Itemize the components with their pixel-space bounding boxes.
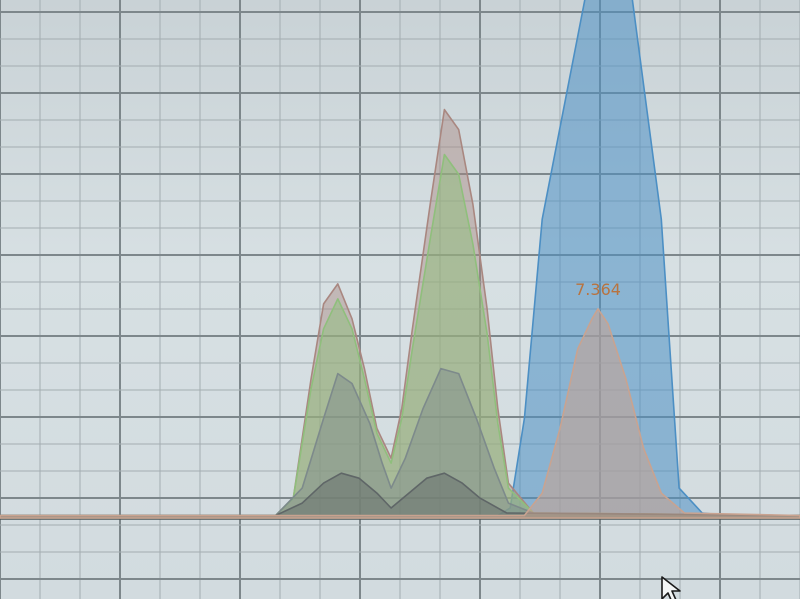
- peak-label-1: 7.364: [575, 280, 621, 299]
- chromatogram-plot[interactable]: 7.364: [0, 0, 800, 599]
- mouse-pointer-arrow-icon: [661, 576, 681, 599]
- chromatogram-view: 7.364: [0, 0, 800, 599]
- peak-annotations: 7.364: [575, 280, 621, 299]
